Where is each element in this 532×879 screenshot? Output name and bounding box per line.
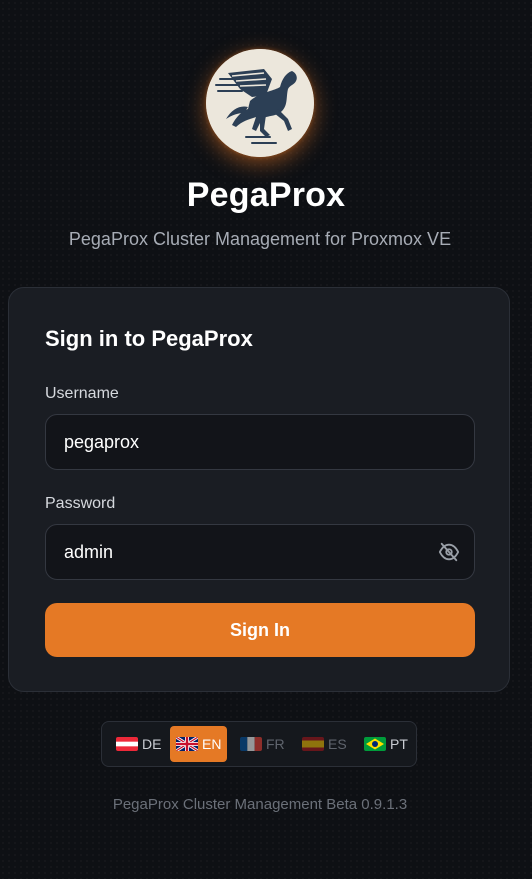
- username-input[interactable]: [64, 415, 434, 469]
- language-button-es[interactable]: ES: [296, 726, 353, 762]
- language-selector: DE EN FR ES PT: [101, 721, 417, 767]
- login-heading: Sign in to PegaProx: [45, 326, 253, 351]
- sign-in-button[interactable]: Sign In: [45, 603, 475, 657]
- login-card: Sign in to PegaProx Username Password Si…: [8, 287, 510, 692]
- language-button-fr[interactable]: FR: [234, 726, 291, 762]
- pegasus-logo-icon: [206, 49, 314, 157]
- language-code: EN: [202, 736, 222, 752]
- spain-flag-icon: [302, 737, 324, 751]
- language-button-pt[interactable]: PT: [358, 726, 414, 762]
- password-label: Password: [45, 495, 116, 512]
- footer-version: PegaProx Cluster Management Beta 0.9.1.3: [112, 796, 408, 813]
- brazil-flag-icon: [364, 737, 386, 751]
- username-label: Username: [45, 385, 119, 402]
- password-field-wrapper: [45, 524, 475, 580]
- app-subtitle: PegaProx Cluster Management for Proxmox …: [68, 229, 452, 249]
- app-title: PegaProx: [186, 176, 346, 214]
- language-code: ES: [328, 736, 347, 752]
- language-button-de[interactable]: DE: [110, 726, 167, 762]
- language-code: PT: [390, 736, 408, 752]
- france-flag-icon: [240, 737, 262, 751]
- language-code: DE: [142, 736, 162, 752]
- uk-flag-icon: [176, 737, 198, 751]
- login-page: PegaProx PegaProx Cluster Management for…: [0, 0, 532, 879]
- eye-off-icon[interactable]: [438, 541, 460, 563]
- username-field-wrapper: [45, 414, 475, 470]
- language-button-en[interactable]: EN: [170, 726, 228, 762]
- password-input[interactable]: [64, 525, 434, 579]
- language-code: FR: [266, 736, 285, 752]
- austria-flag-icon: [116, 737, 138, 751]
